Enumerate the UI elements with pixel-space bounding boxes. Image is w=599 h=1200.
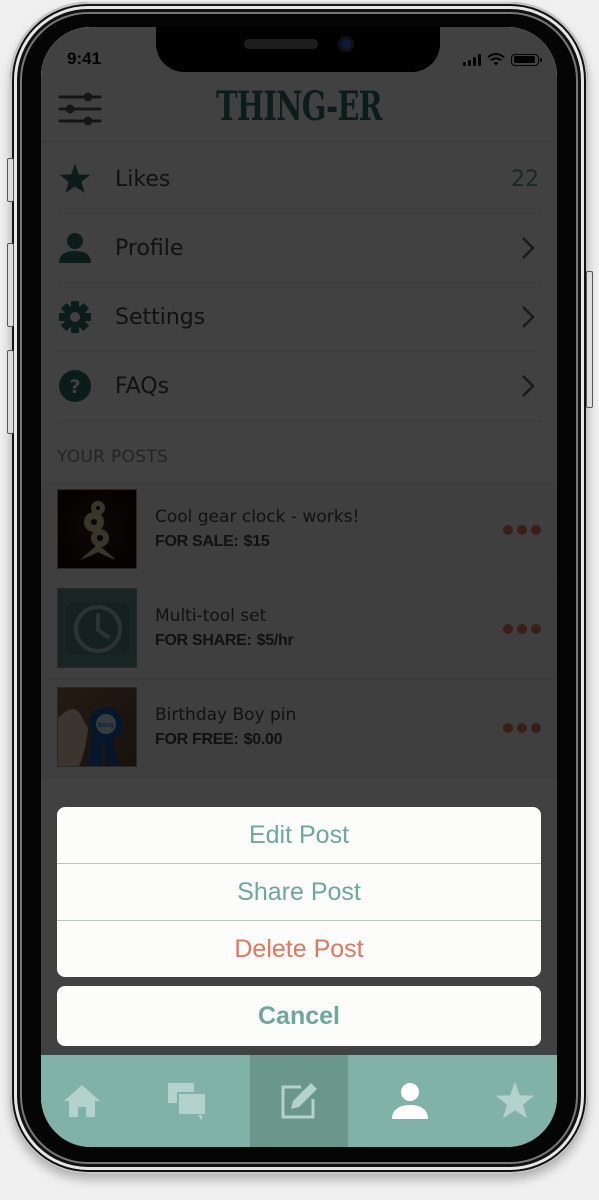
chat-bubbles-icon: [167, 1083, 207, 1121]
notch: [156, 27, 440, 72]
volume-down-button: [7, 350, 14, 434]
share-post-button[interactable]: Share Post: [57, 864, 541, 921]
tab-home[interactable]: [41, 1055, 123, 1147]
home-icon: [64, 1085, 100, 1117]
tab-messages[interactable]: [123, 1055, 250, 1147]
speaker-grille: [244, 39, 318, 49]
star-icon: [495, 1081, 534, 1119]
cancel-group: Cancel: [57, 986, 541, 1046]
volume-up-button: [7, 243, 14, 327]
power-button: [586, 271, 593, 408]
front-camera: [338, 36, 354, 52]
compose-icon: [281, 1083, 317, 1119]
tab-compose[interactable]: [250, 1055, 348, 1147]
edit-post-button[interactable]: Edit Post: [57, 807, 541, 864]
tab-profile[interactable]: [348, 1055, 472, 1147]
action-group: Edit Post Share Post Delete Post: [57, 807, 541, 977]
screen: 9:41: [41, 27, 557, 1147]
mute-switch: [7, 158, 14, 202]
tab-bar: [41, 1055, 557, 1147]
tab-favorites[interactable]: [472, 1055, 557, 1147]
delete-post-button[interactable]: Delete Post: [57, 921, 541, 977]
person-icon: [392, 1083, 428, 1119]
action-sheet: Edit Post Share Post Delete Post Cancel: [57, 807, 541, 1046]
cancel-button[interactable]: Cancel: [57, 986, 541, 1046]
